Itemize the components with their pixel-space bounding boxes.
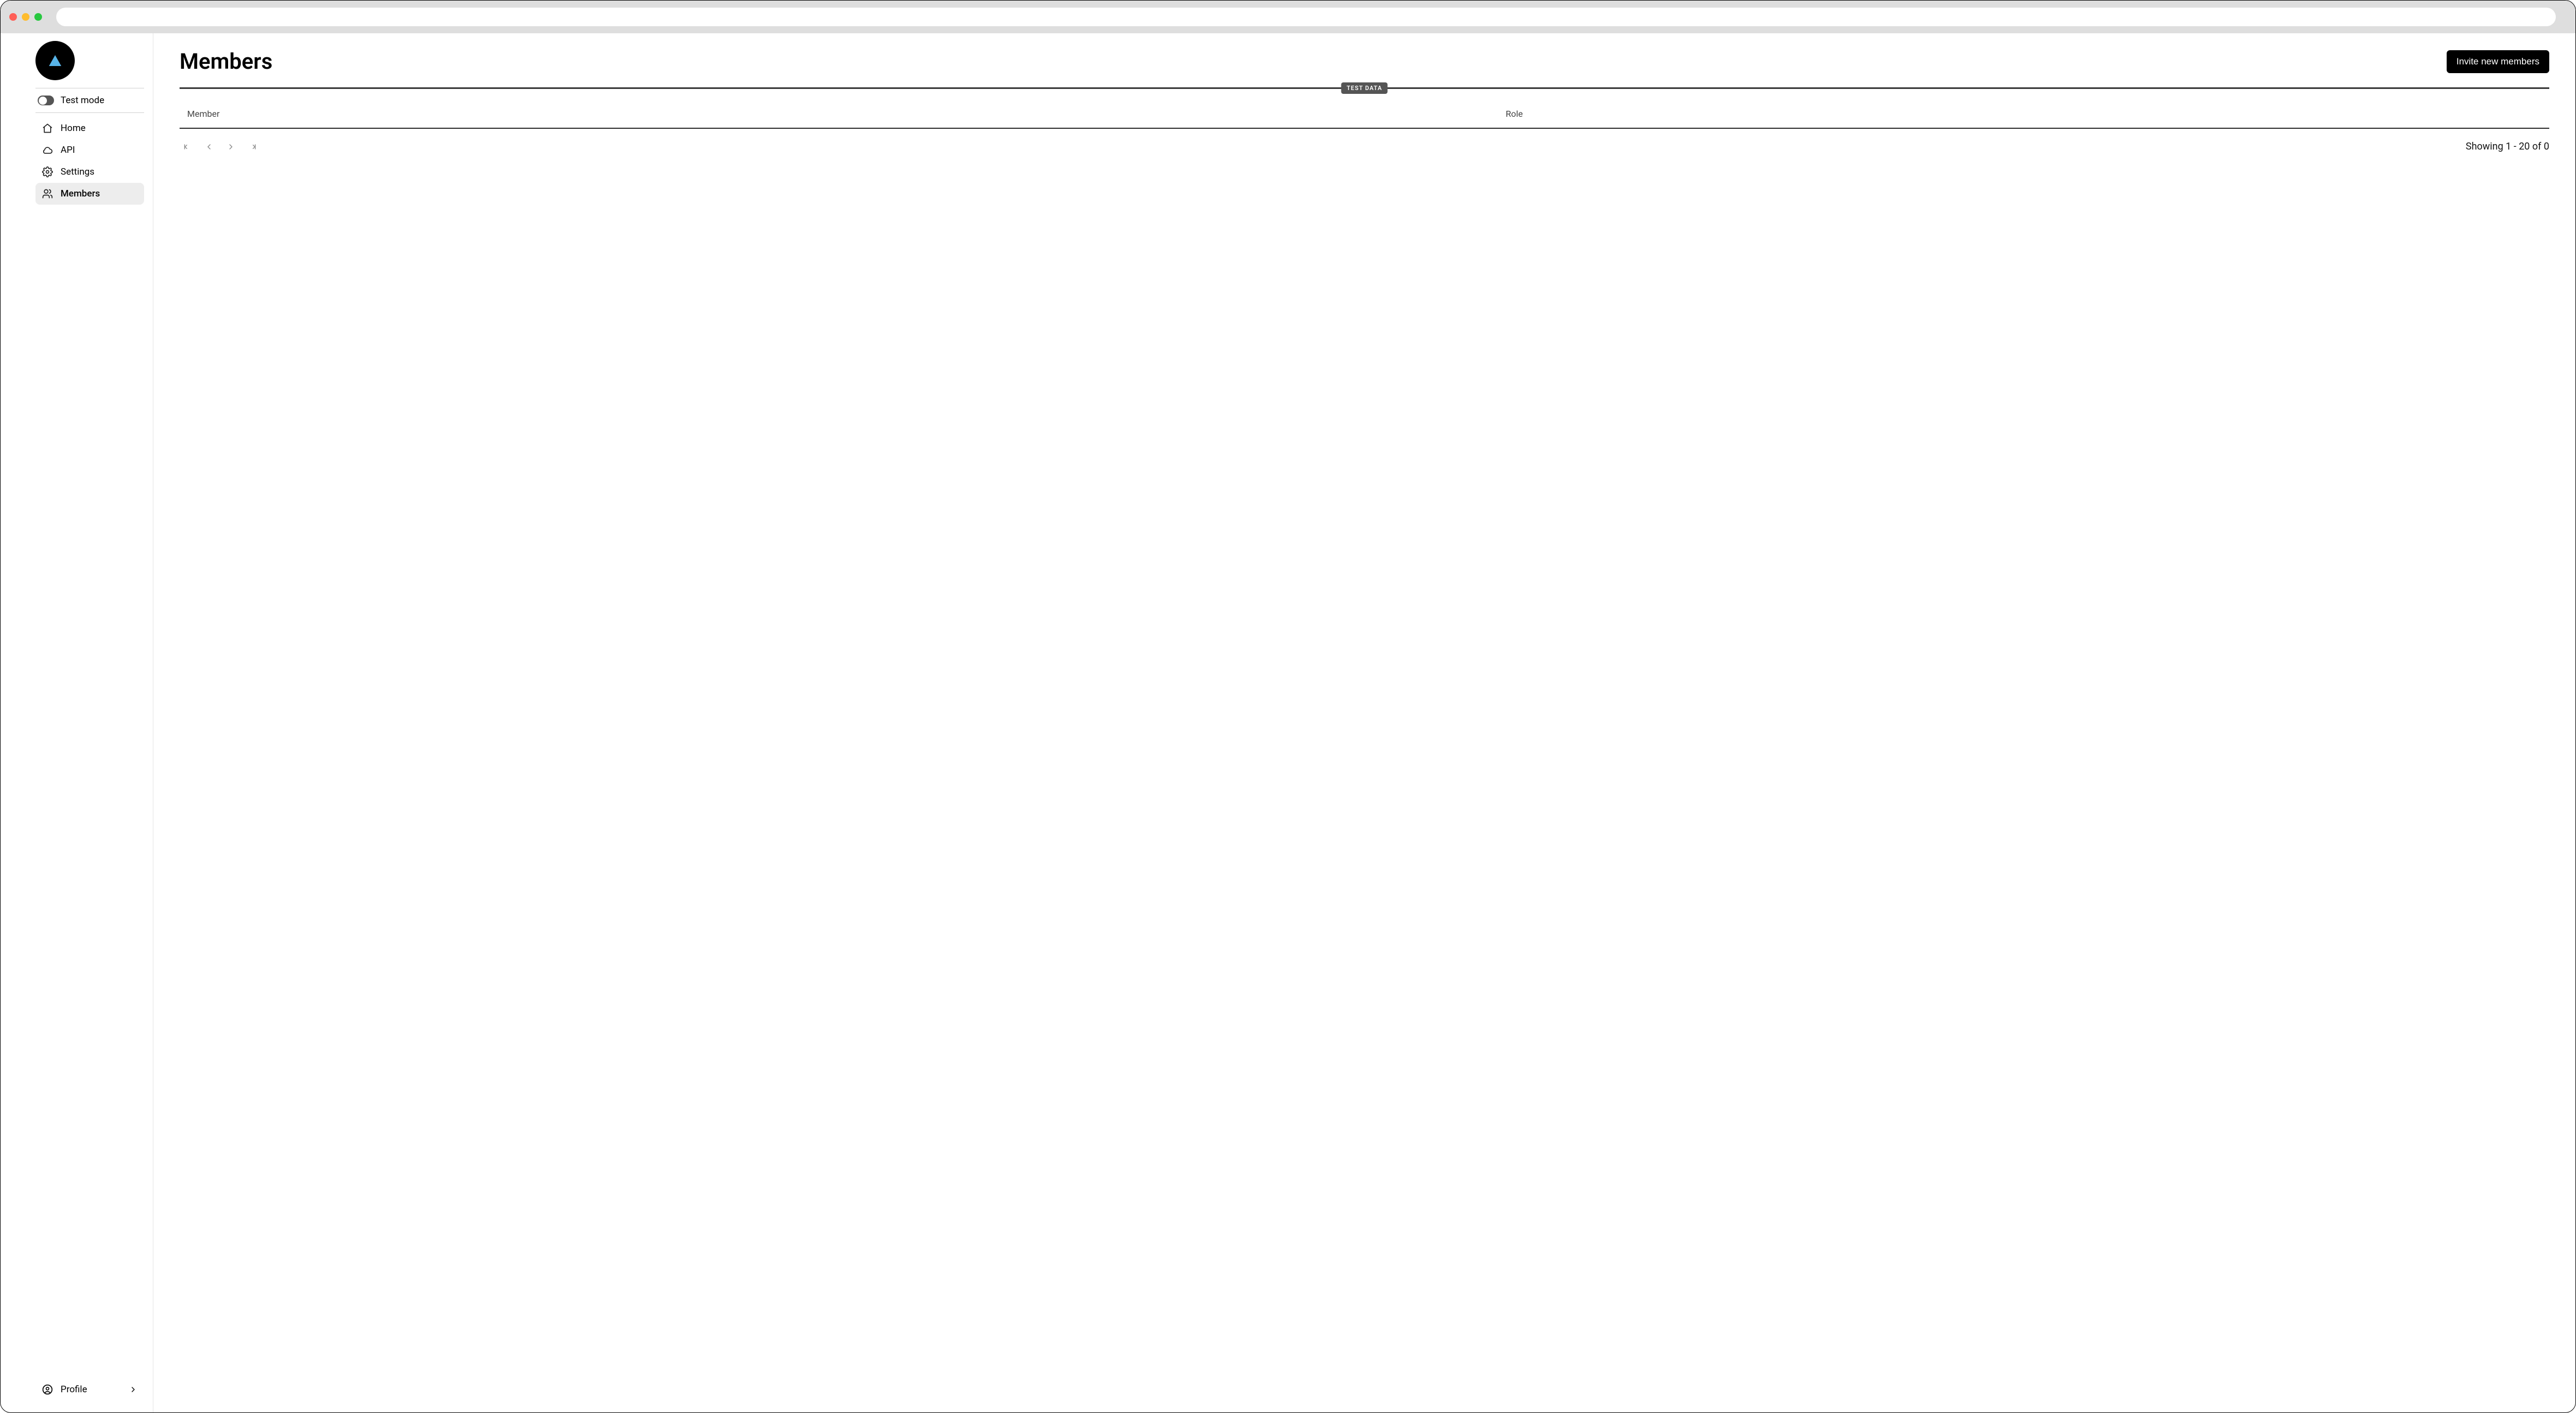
close-window-icon[interactable]: [9, 13, 17, 21]
maximize-window-icon[interactable]: [34, 13, 42, 21]
sidebar-item-api[interactable]: API: [35, 139, 144, 161]
window-controls: [9, 13, 42, 21]
chevron-right-icon: [129, 1385, 138, 1394]
home-icon: [42, 123, 53, 134]
sidebar-item-profile[interactable]: Profile: [35, 1379, 144, 1400]
pagination-summary: Showing 1 - 20 of 0: [2466, 141, 2549, 152]
toggle-switch-icon[interactable]: [38, 96, 54, 105]
invite-members-button[interactable]: Invite new members: [2447, 50, 2549, 73]
test-mode-label: Test mode: [61, 95, 104, 106]
sidebar-nav: Home API Settings: [1, 113, 153, 209]
test-data-divider: TEST DATA: [180, 87, 2549, 89]
profile-label: Profile: [61, 1384, 87, 1395]
users-icon: [42, 188, 53, 199]
cloud-icon: [42, 145, 53, 156]
user-circle-icon: [42, 1384, 53, 1395]
page-first-button[interactable]: [182, 141, 193, 152]
browser-titlebar: [1, 1, 2575, 33]
test-mode-toggle-row[interactable]: Test mode: [1, 88, 153, 112]
pagination-row: Showing 1 - 20 of 0: [180, 129, 2549, 152]
gear-icon: [42, 166, 53, 177]
triangle-icon: [47, 52, 63, 69]
app-logo: [35, 41, 75, 80]
sidebar-item-label: Home: [61, 123, 86, 134]
app-shell: Test mode Home API: [1, 33, 2575, 1412]
sidebar-item-home[interactable]: Home: [35, 117, 144, 139]
main-content: Members Invite new members TEST DATA Mem…: [153, 33, 2575, 1412]
page-next-button[interactable]: [225, 141, 236, 152]
page-last-button[interactable]: [247, 141, 258, 152]
members-table-header: Member Role: [180, 92, 2549, 129]
minimize-window-icon[interactable]: [22, 13, 29, 21]
sidebar-item-settings[interactable]: Settings: [35, 161, 144, 183]
column-header-member: Member: [187, 109, 1506, 119]
url-bar[interactable]: [56, 8, 2556, 26]
column-header-role: Role: [1506, 109, 2542, 119]
page-title: Members: [180, 49, 272, 74]
page-prev-button[interactable]: [204, 141, 214, 152]
sidebar-item-label: API: [61, 145, 75, 156]
sidebar-item-label: Members: [61, 188, 100, 199]
sidebar-item-label: Settings: [61, 166, 94, 177]
sidebar-item-members[interactable]: Members: [35, 183, 144, 205]
sidebar: Test mode Home API: [1, 33, 153, 1412]
browser-window: Test mode Home API: [0, 0, 2576, 1413]
test-data-badge: TEST DATA: [1341, 82, 1387, 94]
